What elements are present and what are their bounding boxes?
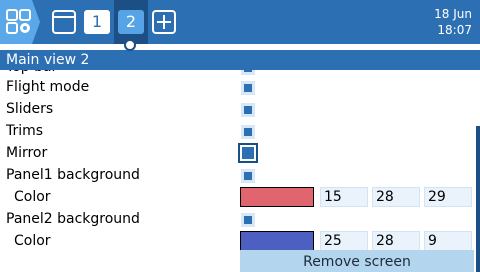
row-panel1-background: Panel1 background	[0, 164, 470, 186]
settings-list: Top bar Flight mode Sliders Trims Mirror…	[0, 70, 480, 272]
panel2-color-value-2[interactable]: 28	[372, 231, 420, 251]
flight-mode-checkbox[interactable]	[241, 81, 255, 95]
window-icon[interactable]	[52, 10, 76, 34]
row-sliders: Sliders	[0, 98, 470, 120]
row-label: Flight mode	[6, 79, 90, 95]
remove-screen-button[interactable]: Remove screen	[240, 250, 474, 272]
row-panel1-color: Color 15 28 29	[0, 186, 472, 208]
row-label: Panel1 background	[6, 167, 140, 183]
panel2-color-swatch[interactable]	[240, 231, 314, 251]
time: 18:07	[437, 23, 472, 37]
row-flight-mode: Flight mode	[0, 76, 470, 98]
panel2-background-checkbox[interactable]	[241, 213, 255, 227]
row-panel2-background: Panel2 background	[0, 208, 470, 230]
row-label: Color	[14, 233, 51, 249]
scrollbar[interactable]	[476, 126, 480, 272]
plus-icon[interactable]	[152, 10, 176, 34]
top-bar: 1 2 18 Jun 18:07	[0, 0, 480, 44]
row-label: Trims	[6, 123, 44, 139]
sliders-checkbox[interactable]	[241, 103, 255, 117]
panel2-color-value-3[interactable]: 9	[424, 231, 472, 251]
row-label: Panel2 background	[6, 211, 140, 227]
row-panel2-color: Color 25 28 9	[0, 230, 472, 252]
row-trims: Trims	[0, 120, 470, 142]
page-title-bar: Main view 2	[0, 50, 480, 70]
trims-checkbox[interactable]	[241, 125, 255, 139]
row-label: Mirror	[6, 145, 48, 161]
panel1-color-swatch[interactable]	[240, 187, 314, 207]
row-mirror: Mirror	[0, 142, 470, 164]
panel1-color-value-3[interactable]: 29	[424, 187, 472, 207]
panel2-color-value-1[interactable]: 25	[320, 231, 368, 251]
grid-menu-icon	[6, 9, 31, 34]
active-tab-indicator	[124, 39, 136, 51]
date: 18 Jun	[434, 7, 472, 21]
topbar-checkbox[interactable]	[241, 70, 255, 75]
clock: 18 Jun 18:07	[392, 6, 472, 38]
page-title: Main view 2	[6, 52, 90, 68]
row-label: Color	[14, 189, 51, 205]
panel1-color-value-2[interactable]: 28	[372, 187, 420, 207]
panel1-color-value-1[interactable]: 15	[320, 187, 368, 207]
tab-1[interactable]: 1	[84, 10, 110, 34]
mirror-checkbox[interactable]	[238, 143, 258, 163]
menu-button[interactable]	[0, 0, 40, 44]
panel1-background-checkbox[interactable]	[241, 169, 255, 183]
tab-2[interactable]: 2	[118, 10, 144, 34]
row-label: Sliders	[6, 101, 54, 117]
